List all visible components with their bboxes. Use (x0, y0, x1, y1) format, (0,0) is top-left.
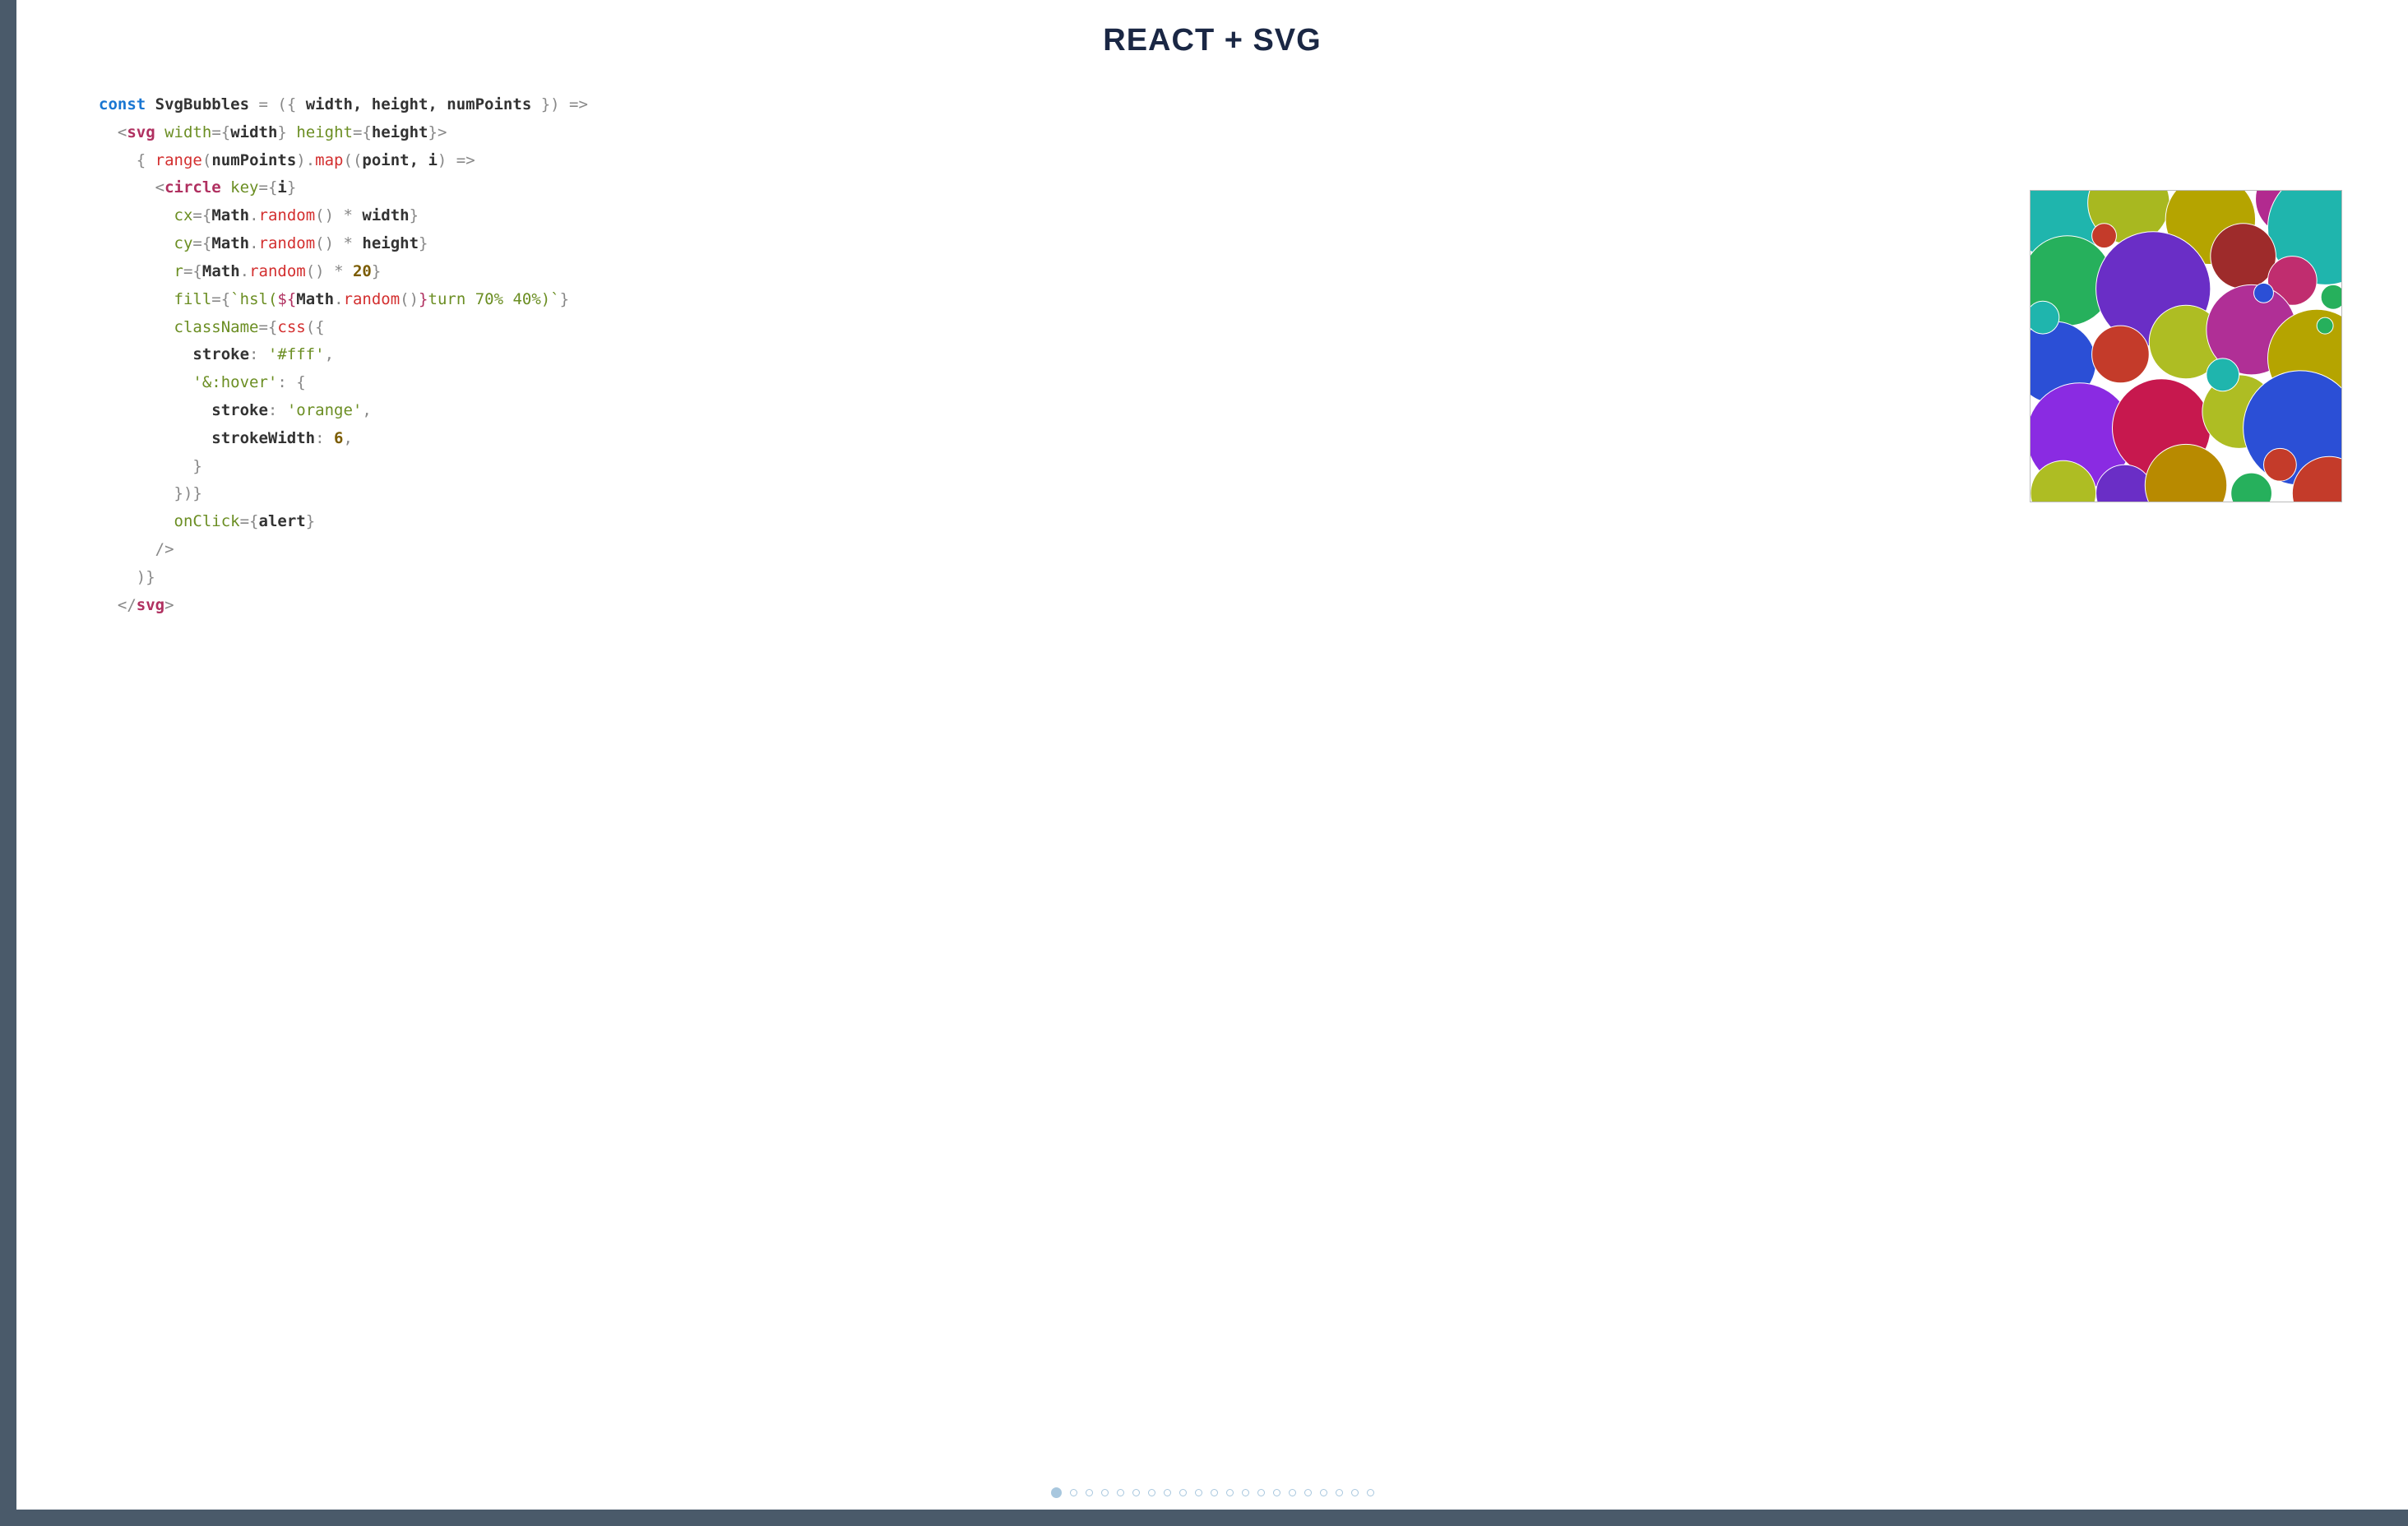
pagination-dots[interactable] (16, 1489, 2408, 1498)
pagination-dot[interactable] (1304, 1489, 1312, 1496)
pagination-dot[interactable] (1320, 1489, 1327, 1496)
pagination-dot[interactable] (1211, 1489, 1218, 1496)
bubble-circle[interactable] (2231, 473, 2272, 502)
bubble-circle[interactable] (2264, 448, 2297, 481)
bubble-circle[interactable] (2092, 326, 2150, 383)
pagination-dot[interactable] (1086, 1489, 1093, 1496)
kw-const: const (99, 95, 146, 113)
pagination-dot[interactable] (1367, 1489, 1374, 1496)
pagination-dot[interactable] (1273, 1489, 1280, 1496)
code-block: const SvgBubbles = ({ width, height, num… (99, 91, 1997, 619)
pagination-dot[interactable] (1051, 1487, 1062, 1498)
pagination-dot[interactable] (1148, 1489, 1155, 1496)
pagination-dot[interactable] (1195, 1489, 1202, 1496)
pagination-dot[interactable] (1351, 1489, 1359, 1496)
pagination-dot[interactable] (1117, 1489, 1124, 1496)
bubble-circle[interactable] (2030, 301, 2059, 334)
visualization-column (2030, 91, 2359, 1510)
bubble-circle[interactable] (2211, 224, 2276, 289)
pagination-dot[interactable] (1336, 1489, 1343, 1496)
pagination-dot[interactable] (1179, 1489, 1187, 1496)
pagination-dot[interactable] (1226, 1489, 1234, 1496)
bubble-circle[interactable] (2321, 284, 2342, 309)
pagination-dot[interactable] (1257, 1489, 1265, 1496)
pagination-dot[interactable] (1132, 1489, 1140, 1496)
content-row: const SvgBubbles = ({ width, height, num… (16, 67, 2408, 1510)
pagination-dot[interactable] (1070, 1489, 1077, 1496)
pagination-dot[interactable] (1242, 1489, 1249, 1496)
bubble-circle[interactable] (2207, 358, 2239, 391)
bubble-circle[interactable] (2317, 317, 2333, 334)
pagination-dot[interactable] (1164, 1489, 1171, 1496)
pagination-dot[interactable] (1101, 1489, 1109, 1496)
bubble-circle[interactable] (2254, 283, 2274, 303)
slide: REACT + SVG const SvgBubbles = ({ width,… (16, 0, 2408, 1510)
slide-title: REACT + SVG (16, 0, 2408, 67)
bubble-circle[interactable] (2092, 224, 2117, 248)
pagination-dot[interactable] (1289, 1489, 1296, 1496)
code-column: const SvgBubbles = ({ width, height, num… (99, 91, 1997, 1510)
bubble-chart[interactable] (2030, 190, 2342, 502)
